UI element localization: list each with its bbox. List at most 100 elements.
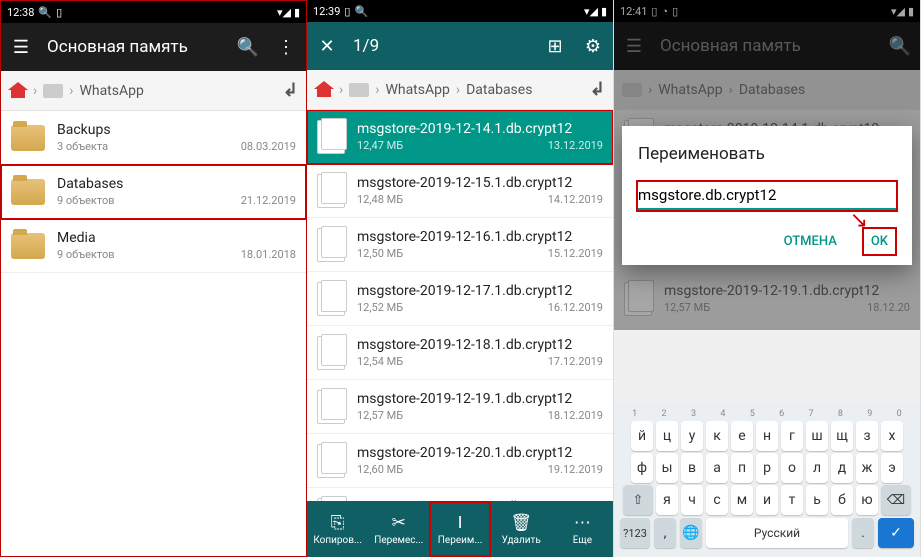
chevron-right-icon: › [69,83,73,99]
chevron-right-icon: › [339,82,343,98]
more-button[interactable]: ⋯Еще [552,501,613,557]
key-с[interactable]: с [706,485,728,515]
key-й[interactable]: й [631,421,653,451]
rename-input[interactable] [638,182,896,210]
copy-button[interactable]: ⎘Копиров... [307,501,368,557]
key-и[interactable]: и [756,485,778,515]
key-щ[interactable]: щ [831,421,853,451]
space-key[interactable]: Русский [706,518,848,548]
key-о[interactable]: о [781,453,803,483]
status-bar: 12:38 🔍 ▯ ▾◢ ▮ [1,1,306,23]
key-к[interactable]: к [706,421,728,451]
menu-icon[interactable]: ☰ [9,35,33,59]
key-ь[interactable]: ь [806,485,828,515]
key-ю[interactable]: ю [856,485,878,515]
key-з[interactable]: з [856,421,878,451]
search-icon[interactable]: 🔍 [236,35,260,59]
symbols-key[interactable]: ?123 [620,518,650,548]
key-е[interactable]: е [731,421,753,451]
up-icon[interactable]: ↲ [283,80,298,101]
item-name: msgstore-2019-12-17.1.db.crypt12 [357,283,603,299]
key-ф[interactable]: ф [631,453,653,483]
key-н[interactable]: н [756,421,778,451]
key-ч[interactable]: ч [681,485,703,515]
file-icon [317,120,345,154]
period-key[interactable]: . [852,518,874,548]
cut-icon: ✂ [392,513,406,533]
dialog-title: Переименовать [638,144,896,164]
app-bar: ☰ Основная память 🔍 ⋮ [1,23,306,71]
home-icon[interactable] [9,82,27,100]
storage-icon[interactable] [349,83,369,97]
key-х[interactable]: х [881,421,903,451]
more-icon[interactable]: ⋮ [274,35,298,59]
globe-key[interactable]: 🌐 [680,518,702,548]
enter-key[interactable]: ✓ [878,518,914,548]
list-item[interactable]: Backups 3 объекта08.03.2019 [1,111,306,165]
item-name: msgstore-2019-12-16.1.db.crypt12 [357,229,603,245]
list-item[interactable]: msgstore-2019-12-20.1.db.crypt12 12,60 М… [307,434,613,488]
key-я[interactable]: я [656,485,678,515]
key-р[interactable]: р [756,453,778,483]
rename-button[interactable]: IПереим... [429,501,490,557]
list-item[interactable]: msgstore-2019-12-15.1.db.crypt12 12,48 М… [307,164,613,218]
item-name: Media [57,230,296,246]
chevron-right-icon: › [33,83,37,99]
list-item[interactable]: Media 9 объектов18.01.2018 [1,219,306,273]
list-item[interactable]: msgstore-2019-12-21.1.db.crypt12 12,71 М… [307,488,613,501]
item-date: 13.12.2019 [548,139,603,152]
list-item[interactable]: msgstore-2019-12-17.1.db.crypt12 12,52 М… [307,272,613,326]
file-list: msgstore-2019-12-14.1.db.crypt12 12,47 М… [307,110,613,501]
gear-icon[interactable]: ⚙ [581,34,605,58]
soft-keyboard: 1234567890 йцукенгшщзх фывапролджэ ⇧ячсм… [614,403,920,557]
item-name: msgstore-2019-12-18.1.db.crypt12 [357,337,603,353]
home-icon[interactable] [315,81,333,99]
cancel-button[interactable]: ОТМЕНА [776,228,845,255]
key-д[interactable]: д [831,453,853,483]
key-б[interactable]: б [831,485,853,515]
key-а[interactable]: а [706,453,728,483]
key-г[interactable]: г [781,421,803,451]
comma-key[interactable]: , [654,518,676,548]
file-icon [317,498,345,502]
key-т[interactable]: т [781,485,803,515]
storage-icon[interactable] [43,84,63,98]
chevron-right-icon: › [456,82,460,98]
key-п[interactable]: п [731,453,753,483]
breadcrumb[interactable]: › › WhatsApp › Databases ↲ [307,70,613,110]
breadcrumb-item[interactable]: WhatsApp [79,83,143,99]
breadcrumb-item[interactable]: WhatsApp [385,82,449,98]
up-icon[interactable]: ↲ [590,79,605,100]
search-status-icon: 🔍 [354,5,368,18]
list-item[interactable]: msgstore-2019-12-14.1.db.crypt12 12,47 М… [307,110,613,164]
key-л[interactable]: л [806,453,828,483]
backspace-key[interactable]: ⌫ [881,485,911,515]
selection-count: 1/9 [353,36,529,56]
item-sub: 9 объектов [57,194,115,207]
move-button[interactable]: ✂Перемес... [368,501,429,557]
breadcrumb-item[interactable]: Databases [466,82,532,98]
list-item[interactable]: Databases 9 объектов21.12.2019 [1,165,306,219]
key-ц[interactable]: ц [656,421,678,451]
key-ж[interactable]: ж [856,453,878,483]
key-э[interactable]: э [881,453,903,483]
key-ш[interactable]: ш [806,421,828,451]
key-у[interactable]: у [681,421,703,451]
delete-button[interactable]: 🗑Удалить [491,501,552,557]
list-item[interactable]: msgstore-2019-12-19.1.db.crypt12 12,57 М… [307,380,613,434]
list-item[interactable]: msgstore-2019-12-16.1.db.crypt12 12,50 М… [307,218,613,272]
file-icon [317,336,345,370]
key-м[interactable]: м [731,485,753,515]
item-date: 16.12.2019 [548,301,603,314]
list-item[interactable]: msgstore-2019-12-18.1.db.crypt12 12,54 М… [307,326,613,380]
breadcrumb[interactable]: › › WhatsApp ↲ [1,71,306,111]
folder-icon [11,125,45,151]
ok-button[interactable]: OK [863,228,896,255]
item-size: 12,57 МБ [357,409,403,422]
close-icon[interactable]: ✕ [315,34,339,58]
select-all-icon[interactable]: ⊞ [543,34,567,58]
key-ы[interactable]: ы [656,453,678,483]
battery-icon: ▮ [294,6,300,19]
key-в[interactable]: в [681,453,703,483]
shift-key[interactable]: ⇧ [623,485,653,515]
